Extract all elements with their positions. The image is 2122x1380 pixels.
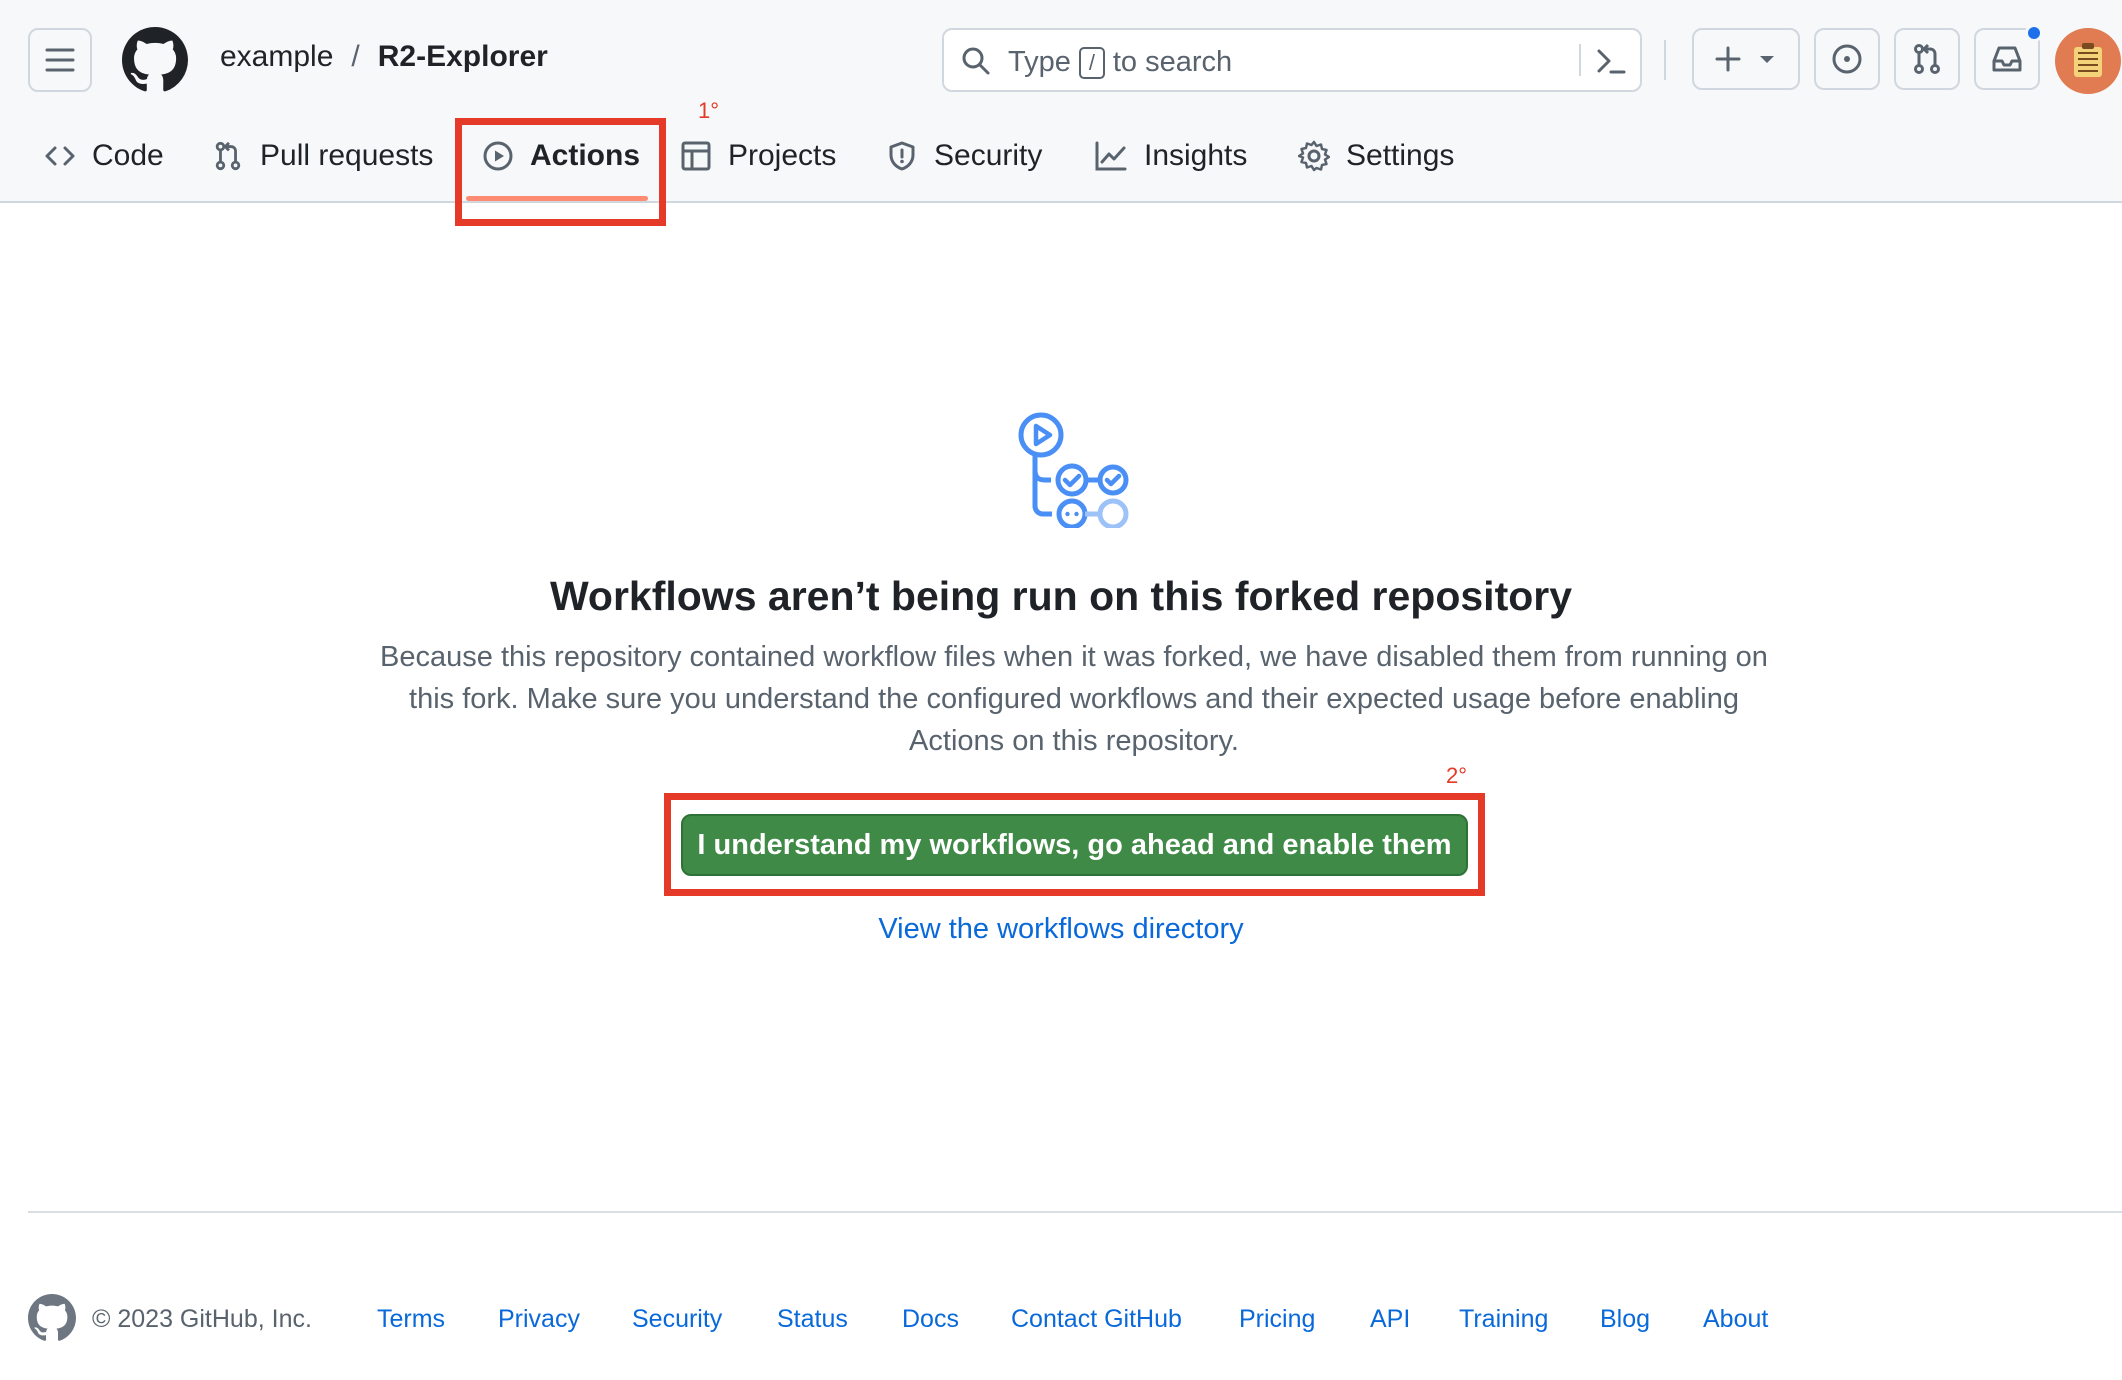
plus-icon — [1715, 46, 1741, 72]
annotation-box-1 — [455, 118, 666, 226]
pull-request-icon — [1914, 43, 1940, 74]
tab-insights[interactable]: Insights — [1094, 118, 1247, 194]
search-input[interactable]: Type / to search — [942, 28, 1642, 92]
annotation-box-2 — [664, 793, 1485, 896]
create-new-button[interactable] — [1692, 28, 1800, 90]
menu-button[interactable] — [28, 28, 92, 92]
search-placeholder-prefix: Type — [1008, 46, 1071, 78]
avatar[interactable] — [2055, 28, 2121, 94]
tab-insights-label: Insights — [1144, 139, 1248, 172]
tab-settings-label: Settings — [1346, 139, 1455, 172]
tab-code[interactable]: Code — [44, 118, 164, 194]
footer-divider — [28, 1211, 2122, 1213]
page-description: Because this repository contained workfl… — [380, 641, 1768, 757]
tab-projects-label: Projects — [728, 139, 837, 172]
view-workflows-link[interactable]: View the workflows directory — [0, 913, 2122, 946]
github-logo-icon[interactable] — [28, 1294, 76, 1342]
footer-link-terms[interactable]: Terms — [377, 1305, 445, 1334]
tab-pull-requests[interactable]: Pull requests — [212, 118, 433, 194]
avatar-image-icon — [2074, 43, 2102, 77]
search-icon — [962, 47, 990, 75]
tab-security-label: Security — [934, 139, 1043, 172]
search-placeholder-suffix: to search — [1112, 46, 1233, 78]
annotation-label-1: 1° — [698, 98, 720, 123]
search-shortcut-key: / — [1078, 46, 1105, 79]
notification-dot — [2025, 24, 2043, 42]
repo-link[interactable]: R2-Explorer — [378, 40, 548, 74]
breadcrumb: example / R2-Explorer — [220, 40, 548, 74]
graph-icon — [1095, 141, 1127, 171]
repo-nav: Code Pull requests Actions Projects Secu… — [0, 118, 2122, 194]
tab-code-label: Code — [92, 139, 164, 172]
breadcrumb-separator: / — [351, 40, 360, 73]
pull-request-icon — [215, 141, 241, 171]
footer-link-api[interactable]: API — [1370, 1305, 1410, 1334]
annotation-label-2: 2° — [1446, 763, 1468, 788]
search-divider — [1579, 44, 1581, 76]
tab-projects[interactable]: Projects — [680, 118, 836, 194]
footer-link-security[interactable]: Security — [632, 1305, 722, 1334]
footer-link-training[interactable]: Training — [1459, 1305, 1548, 1334]
inbox-icon — [1992, 46, 2022, 72]
tab-pull-requests-label: Pull requests — [260, 139, 434, 172]
issue-icon — [1832, 44, 1862, 74]
gear-icon — [1298, 140, 1330, 172]
code-icon — [45, 146, 75, 166]
header-divider — [1664, 40, 1666, 80]
hamburger-icon — [45, 48, 75, 72]
footer-copyright: © 2023 GitHub, Inc. — [92, 1305, 312, 1333]
github-logo-icon[interactable] — [122, 27, 188, 93]
shield-icon — [889, 141, 915, 171]
workflow-icon — [1018, 412, 1129, 528]
tab-security[interactable]: Security — [886, 118, 1042, 194]
footer-link-privacy[interactable]: Privacy — [498, 1305, 580, 1334]
search-placeholder: Type / to search — [1008, 46, 1232, 79]
footer-link-blog[interactable]: Blog — [1600, 1305, 1650, 1334]
command-palette-icon[interactable] — [1594, 44, 1628, 78]
tab-settings[interactable]: Settings — [1298, 118, 1454, 194]
footer-link-status[interactable]: Status — [777, 1305, 848, 1334]
owner-link[interactable]: example — [220, 40, 333, 74]
pull-requests-button[interactable] — [1894, 28, 1960, 90]
page-title: Workflows aren’t being run on this forke… — [549, 573, 1573, 619]
footer-link-docs[interactable]: Docs — [902, 1305, 959, 1334]
footer-link-contact[interactable]: Contact GitHub — [1011, 1305, 1182, 1334]
table-icon — [681, 141, 711, 171]
chevron-down-icon — [1760, 56, 1774, 63]
footer-link-about[interactable]: About — [1703, 1305, 1768, 1334]
issues-button[interactable] — [1814, 28, 1880, 90]
footer-link-pricing[interactable]: Pricing — [1239, 1305, 1315, 1334]
